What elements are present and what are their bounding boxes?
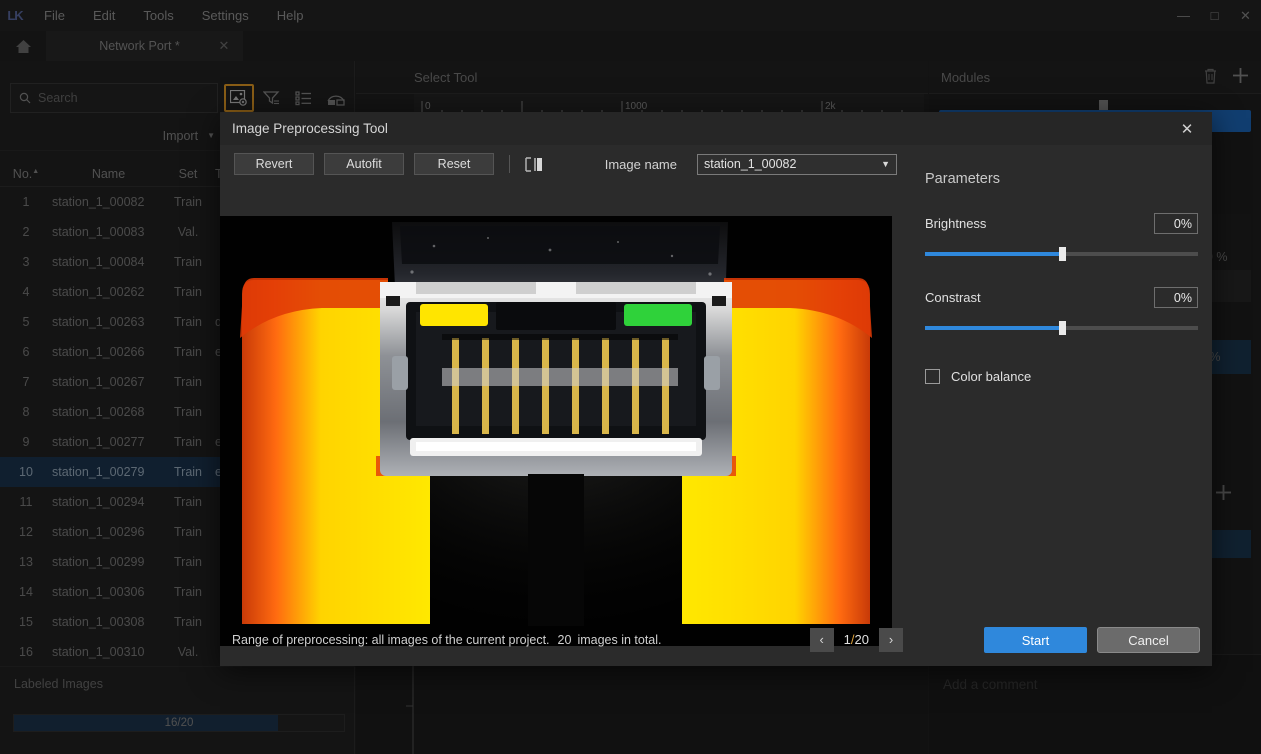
rj45-network-port-photo [220, 216, 892, 646]
dialog-toolbar: Revert Autofit Reset Image name station_… [220, 145, 911, 183]
prev-page-button[interactable]: ‹ [810, 628, 834, 652]
brightness-fill [925, 252, 1062, 256]
reset-button[interactable]: Reset [414, 153, 494, 175]
page-navigator: ‹ 1/20 › [810, 628, 911, 652]
contrast-value[interactable]: 0% [1154, 287, 1198, 308]
parameters-title: Parameters [911, 145, 1212, 187]
contrast-knob[interactable] [1059, 321, 1066, 335]
chevron-down-icon: ▼ [881, 159, 890, 169]
cancel-button[interactable]: Cancel [1097, 627, 1200, 653]
color-balance-checkbox[interactable] [925, 369, 940, 384]
toolbar-divider [509, 155, 510, 173]
dialog-title-bar: Image Preprocessing Tool ✕ [220, 112, 1212, 145]
brightness-row: Brightness 0% [925, 213, 1198, 234]
dialog-close-icon[interactable]: ✕ [1174, 116, 1200, 142]
split-compare-icon[interactable] [525, 157, 543, 172]
image-preprocessing-dialog: Image Preprocessing Tool ✕ Revert Autofi… [220, 112, 1212, 666]
dialog-status-bar: Range of preprocessing: all images of th… [220, 613, 911, 666]
contrast-row: Constrast 0% [925, 287, 1198, 308]
contrast-slider[interactable] [925, 321, 1198, 335]
image-preview[interactable] [220, 216, 892, 646]
brightness-knob[interactable] [1059, 247, 1066, 261]
brightness-value[interactable]: 0% [1154, 213, 1198, 234]
image-name-label: Image name [605, 157, 677, 172]
status-count: 20 [550, 633, 578, 647]
dialog-title: Image Preprocessing Tool [232, 121, 388, 136]
dialog-left-pane: Revert Autofit Reset Image name station_… [220, 145, 911, 666]
color-balance-row[interactable]: Color balance [925, 369, 1198, 384]
image-name-select[interactable]: station_1_00082 ▼ [697, 154, 897, 175]
autofit-button[interactable]: Autofit [324, 153, 404, 175]
contrast-fill [925, 326, 1062, 330]
status-text: Range of preprocessing: all images of th… [232, 633, 550, 647]
dialog-actions: Start Cancel [984, 627, 1200, 653]
page-current: 1 [844, 632, 851, 647]
brightness-slider[interactable] [925, 247, 1198, 261]
start-button[interactable]: Start [984, 627, 1087, 653]
dialog-parameters-pane: Parameters Brightness 0% Constrast 0% [911, 145, 1212, 666]
dialog-body: Revert Autofit Reset Image name station_… [220, 145, 1212, 666]
color-balance-label: Color balance [951, 369, 1031, 384]
page-indicator: 1/20 [834, 632, 879, 647]
page-total: 20 [855, 632, 869, 647]
revert-button[interactable]: Revert [234, 153, 314, 175]
image-name-value: station_1_00082 [704, 157, 796, 171]
status-suffix: images in total. [577, 633, 661, 647]
brightness-label: Brightness [925, 216, 986, 231]
contrast-label: Constrast [925, 290, 981, 305]
app-root: LK File Edit Tools Settings Help — □ ✕ N… [0, 0, 1261, 754]
next-page-button[interactable]: › [879, 628, 903, 652]
